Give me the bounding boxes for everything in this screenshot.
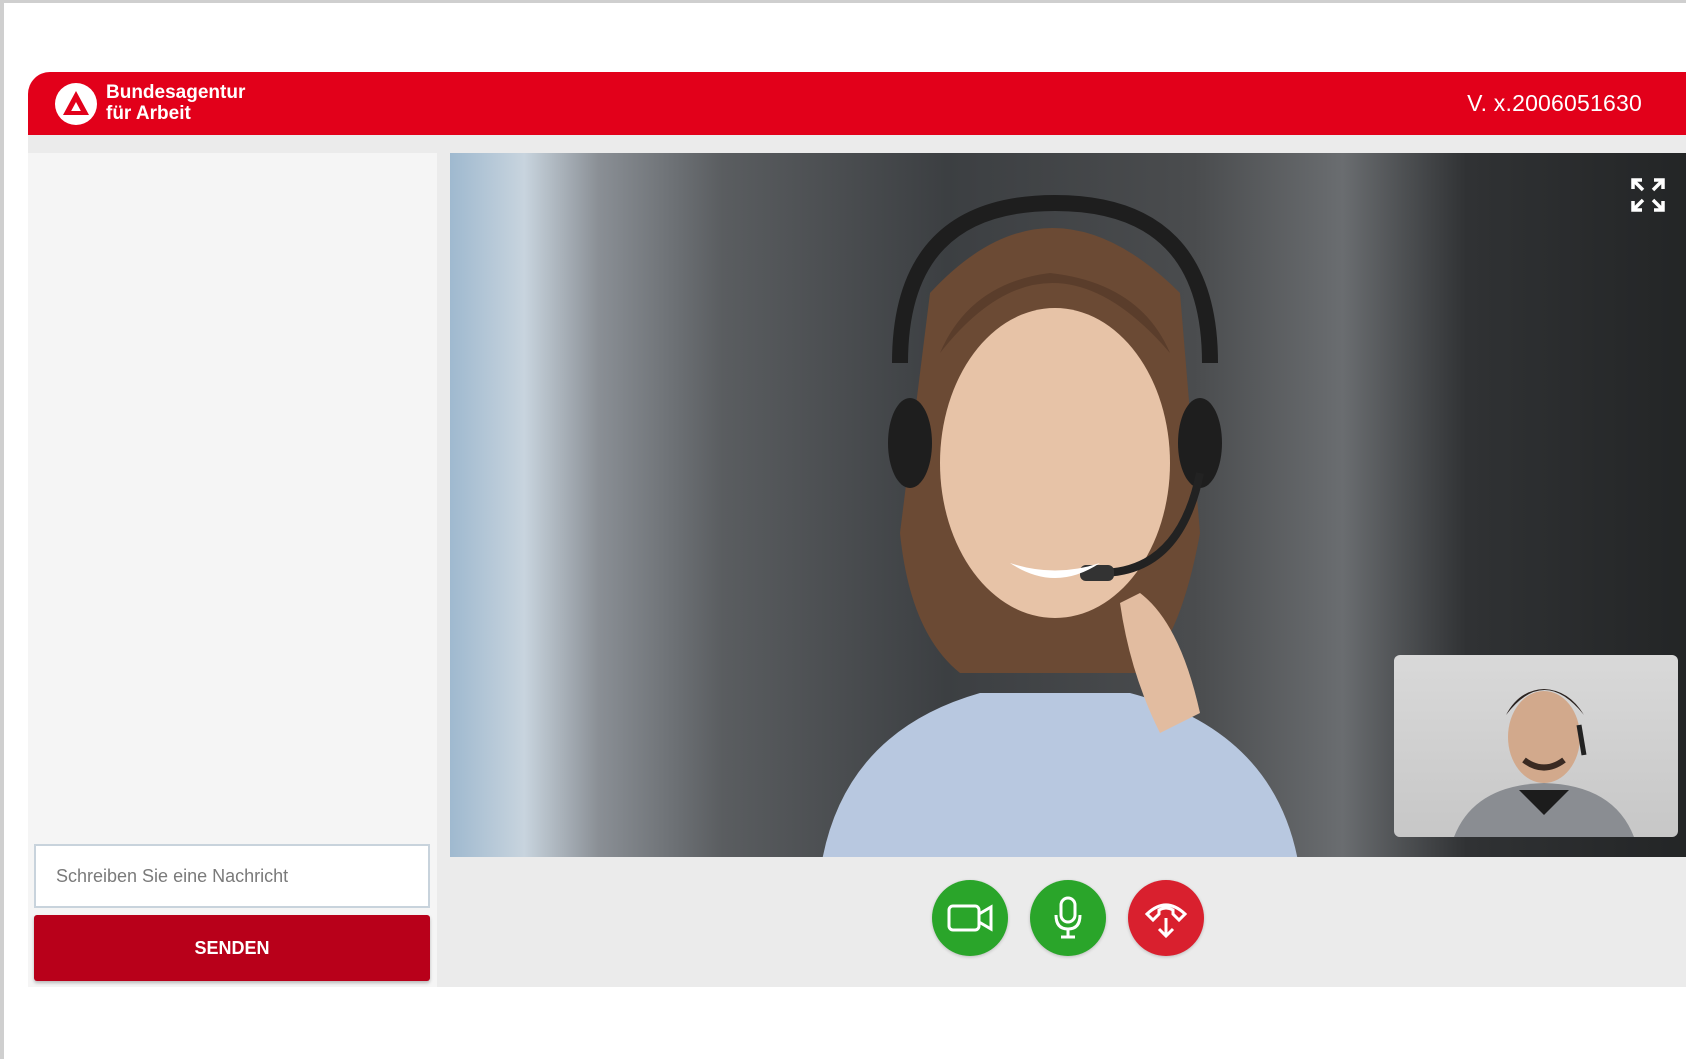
app-header: Bundesagentur für Arbeit V. x.2006051630 bbox=[28, 72, 1686, 135]
agent-video-frame bbox=[822, 194, 1298, 857]
version-label: V. x.2006051630 bbox=[1467, 90, 1642, 116]
fullscreen-expand-icon[interactable] bbox=[1626, 173, 1670, 217]
self-view-frame bbox=[1454, 689, 1634, 837]
brand-line-1: Bundesagentur bbox=[106, 82, 246, 103]
hang-up-button[interactable] bbox=[1128, 880, 1204, 956]
ba-logo-icon bbox=[55, 83, 97, 125]
message-input[interactable] bbox=[34, 844, 430, 908]
remote-video bbox=[450, 153, 1686, 857]
send-button[interactable]: SENDEN bbox=[34, 915, 430, 981]
microphone-icon bbox=[1054, 896, 1082, 939]
microphone-toggle-button[interactable] bbox=[1030, 880, 1106, 956]
call-controls bbox=[932, 880, 1204, 956]
brand-line-2: für Arbeit bbox=[106, 103, 191, 124]
video-camera-icon bbox=[947, 904, 993, 932]
camera-toggle-button[interactable] bbox=[932, 880, 1008, 956]
self-view-video bbox=[1394, 655, 1678, 837]
brand-name: Bundesagentur für Arbeit bbox=[106, 82, 245, 124]
hang-up-icon bbox=[1144, 903, 1188, 939]
app-window: Bundesagentur für Arbeit V. x.2006051630… bbox=[0, 0, 1686, 1059]
